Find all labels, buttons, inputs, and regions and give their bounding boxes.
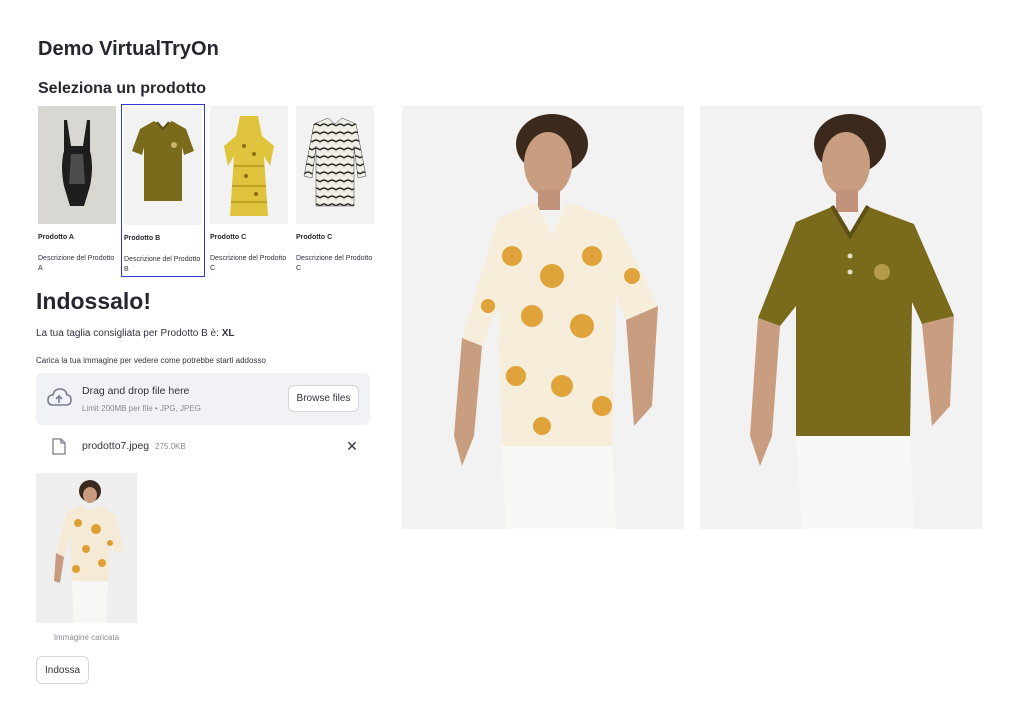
product-d-image (296, 106, 374, 224)
product-b-name: Prodotto B (124, 235, 161, 242)
product-b-image (124, 107, 202, 225)
product-d-description: Descrizione del Prodotto C (296, 255, 373, 272)
product-card-c[interactable]: Prodotto C Descrizione del Prodotto C (208, 104, 292, 277)
product-card-a[interactable]: Prodotto A Descrizione del Prodotto A (36, 104, 120, 277)
product-b-description: Descrizione del Prodotto B (124, 256, 201, 273)
product-a-image (38, 106, 116, 224)
size-text: La tua taglia consigliata per Prodotto B… (36, 328, 222, 339)
uploaded-image (36, 473, 137, 623)
browse-files-button[interactable]: Browse files (288, 385, 359, 412)
uploaded-file-row: prodotto7.jpeg 275.0KB ✕ (36, 432, 370, 460)
tryon-heading: Indossalo! (36, 288, 152, 314)
product-card-b[interactable]: Prodotto B Descrizione del Prodotto B (121, 104, 205, 277)
product-c-image (210, 106, 288, 224)
app-title: Demo VirtualTryOn (38, 38, 219, 60)
size-recommendation: La tua taglia consigliata per Prodotto B… (36, 328, 234, 339)
wear-button[interactable]: Indossa (36, 656, 89, 684)
cloud-upload-icon (46, 386, 72, 410)
size-value: XL (221, 328, 235, 339)
product-c-description: Descrizione del Prodotto C (210, 255, 287, 272)
uploaded-image-caption: Immagine caricata (53, 633, 120, 642)
upload-hint: Carica la tua immagine per vedere come p… (36, 356, 266, 365)
dropzone-label: Drag and drop file here (82, 385, 190, 397)
product-d-name: Prodotto C (296, 234, 333, 241)
product-a-description: Descrizione del Prodotto A (38, 255, 115, 272)
file-name: prodotto7.jpeg (82, 440, 150, 452)
dropzone-limit: Limit 200MB per file • JPG, JPEG (82, 404, 201, 413)
original-photo (402, 106, 684, 529)
close-icon[interactable]: ✕ (344, 438, 360, 454)
product-c-name: Prodotto C (210, 234, 247, 241)
product-a-name: Prodotto A (38, 234, 74, 241)
file-dropzone[interactable]: Drag and drop file here Limit 200MB per … (36, 373, 370, 425)
catalog-heading: Seleziona un prodotto (38, 80, 206, 97)
tryon-result-photo (700, 106, 982, 529)
product-card-d[interactable]: Prodotto C Descrizione del Prodotto C (294, 104, 378, 277)
file-size: 275.0KB (155, 442, 186, 451)
file-icon (52, 438, 66, 455)
